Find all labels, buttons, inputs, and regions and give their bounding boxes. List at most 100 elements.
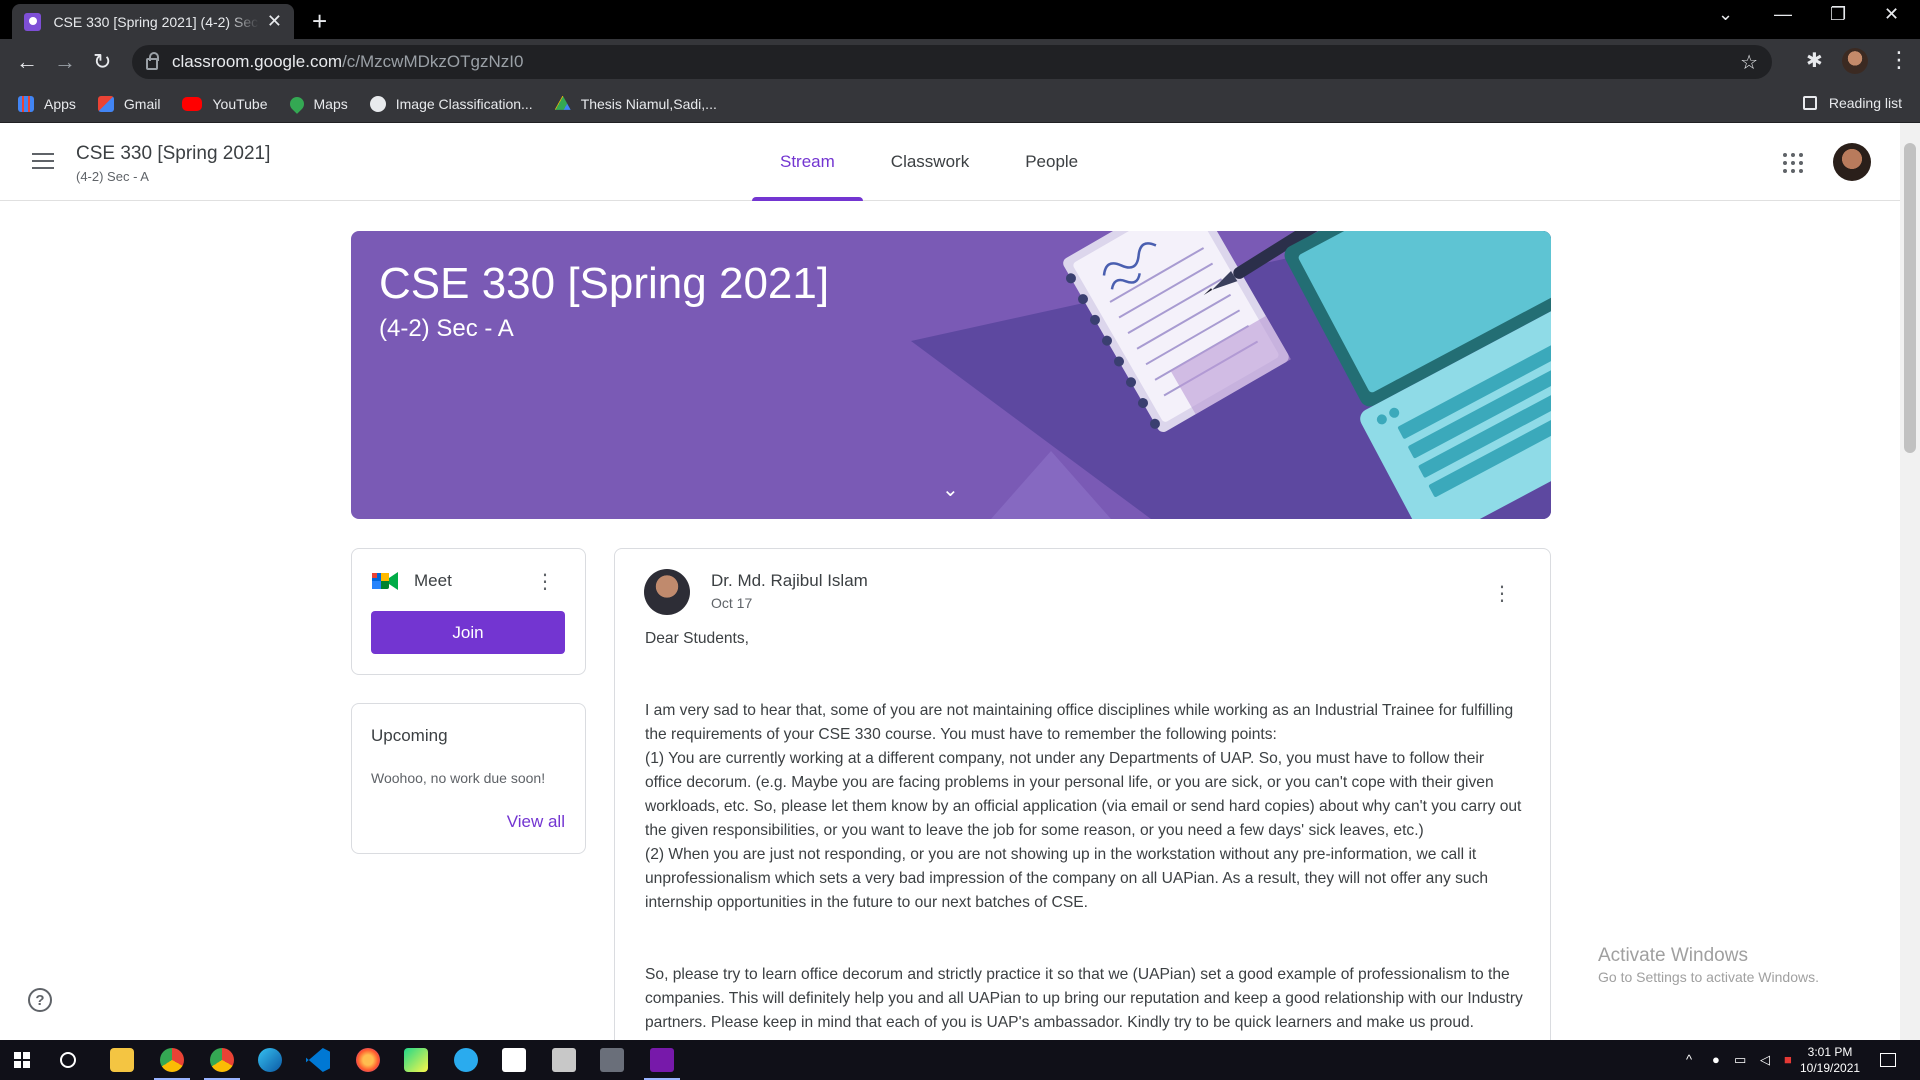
- firefox-icon[interactable]: [356, 1048, 380, 1072]
- network-icon[interactable]: ▭: [1734, 1052, 1746, 1068]
- edge-icon[interactable]: [258, 1048, 282, 1072]
- apps-grid-icon: [18, 95, 34, 112]
- bookmark-gmail[interactable]: Gmail: [97, 95, 161, 112]
- browser-tab-strip: CSE 330 [Spring 2021] (4-2) Sec - A ✕ + …: [0, 0, 1920, 39]
- more-options-icon[interactable]: ⋮: [535, 569, 555, 594]
- search-icon[interactable]: [60, 1052, 76, 1068]
- tab-search-icon[interactable]: ⌄: [1718, 4, 1733, 25]
- classroom-header: CSE 330 [Spring 2021] (4-2) Sec - A Stre…: [0, 123, 1900, 201]
- clock-time: 3:01 PM: [1807, 1045, 1853, 1059]
- lock-icon[interactable]: [146, 52, 159, 70]
- profile-avatar[interactable]: [1842, 48, 1868, 74]
- chevron-down-icon[interactable]: ⌄: [942, 477, 959, 502]
- bookmark-thesis[interactable]: Thesis Niamul,Sadi,...: [554, 95, 717, 112]
- reading-list-button[interactable]: Reading list: [1802, 95, 1902, 111]
- url-path: /c/MzcwMDkzOTgzNzI0: [342, 52, 524, 71]
- chrome-icon[interactable]: [154, 1048, 190, 1080]
- author-avatar: [644, 569, 690, 615]
- scrollbar-thumb[interactable]: [1904, 143, 1916, 453]
- bookmark-apps[interactable]: Apps: [18, 95, 76, 112]
- restore-button[interactable]: ❐: [1830, 4, 1846, 25]
- chrome-profile-icon[interactable]: [204, 1048, 240, 1080]
- extensions-icon[interactable]: ✱: [1806, 48, 1823, 73]
- post-greeting: Dear Students,: [645, 630, 750, 647]
- join-meet-button[interactable]: Join: [371, 611, 565, 654]
- bookmark-label: Image Classification...: [395, 95, 533, 112]
- system-clock[interactable]: 3:01 PM 10/19/2021: [1800, 1044, 1860, 1076]
- tab-close-icon[interactable]: ✕: [267, 11, 282, 32]
- banner-title[interactable]: CSE 330 [Spring 2021]: [379, 259, 829, 309]
- class-section: (4-2) Sec - A: [76, 169, 149, 184]
- google-apps-icon[interactable]: [1783, 153, 1803, 173]
- post-options-icon[interactable]: ⋮: [1492, 581, 1512, 606]
- post-paragraph: I am very sad to hear that, some of you …: [645, 702, 1514, 743]
- tray-chevron-icon[interactable]: ^: [1686, 1052, 1692, 1067]
- microphone-icon[interactable]: ●: [1712, 1052, 1720, 1067]
- bookmark-youtube[interactable]: YouTube: [182, 95, 268, 112]
- drive-icon: [554, 95, 571, 110]
- reading-list-label: Reading list: [1828, 95, 1902, 111]
- close-window-button[interactable]: ✕: [1884, 4, 1899, 25]
- browser-toolbar: ← → ↻ classroom.google.com/c/MzcwMDkzOTg…: [0, 39, 1920, 85]
- bookmark-star-icon[interactable]: ☆: [1740, 50, 1758, 75]
- upcoming-empty-message: Woohoo, no work due soon!: [371, 770, 546, 786]
- back-icon[interactable]: ←: [16, 49, 38, 75]
- bookmark-maps[interactable]: Maps: [286, 93, 348, 114]
- tab-title: CSE 330 [Spring 2021] (4-2) Sec - A: [53, 13, 259, 30]
- watermark-subtitle: Go to Settings to activate Windows.: [1598, 969, 1819, 985]
- antivirus-icon[interactable]: ■: [1784, 1052, 1792, 1067]
- post-body: Dear Students, I am very sad to hear tha…: [645, 627, 1525, 1035]
- bookmark-label: YouTube: [212, 95, 268, 112]
- bookmark-label: Thesis Niamul,Sadi,...: [580, 95, 717, 112]
- pycharm-icon[interactable]: [404, 1048, 428, 1072]
- tab-people[interactable]: People: [997, 123, 1106, 201]
- view-all-link[interactable]: View all: [507, 812, 565, 832]
- reload-icon[interactable]: ↻: [93, 49, 111, 75]
- forward-icon[interactable]: →: [54, 49, 76, 75]
- google-meet-icon: [372, 572, 398, 590]
- url-text: classroom.google.com/c/MzcwMDkzOTgzNzI0: [172, 52, 523, 72]
- file-explorer-icon[interactable]: [110, 1048, 134, 1072]
- activate-windows-watermark: Activate Windows Go to Settings to activ…: [1598, 945, 1819, 985]
- vscode-icon[interactable]: [306, 1048, 330, 1072]
- bookmark-label: Gmail: [123, 95, 161, 112]
- page-scrollbar[interactable]: [1900, 123, 1920, 1040]
- post-date: Oct 17: [711, 595, 753, 611]
- windows-start-icon[interactable]: [14, 1052, 30, 1068]
- scanner-icon[interactable]: [552, 1048, 576, 1072]
- bookmark-image-classification[interactable]: Image Classification...: [369, 95, 533, 112]
- browser-tab-active[interactable]: CSE 330 [Spring 2021] (4-2) Sec - A ✕: [12, 4, 294, 39]
- chrome-menu-icon[interactable]: ⋮: [1888, 47, 1910, 73]
- classroom-favicon-icon: [24, 12, 42, 31]
- upcoming-card: Upcoming Woohoo, no work due soon! View …: [351, 703, 586, 854]
- address-bar[interactable]: classroom.google.com/c/MzcwMDkzOTgzNzI0 …: [132, 45, 1772, 79]
- tab-stream[interactable]: Stream: [752, 123, 863, 201]
- youtube-icon: [182, 96, 203, 111]
- onenote-icon[interactable]: [644, 1048, 680, 1080]
- minimize-button[interactable]: —: [1774, 4, 1792, 25]
- class-name[interactable]: CSE 330 [Spring 2021]: [76, 143, 270, 165]
- meet-label: Meet: [414, 571, 452, 590]
- notifications-icon[interactable]: [1880, 1053, 1896, 1067]
- bookmark-label: Maps: [313, 95, 348, 112]
- upcoming-title: Upcoming: [371, 726, 448, 745]
- help-icon[interactable]: ?: [28, 988, 52, 1012]
- main-menu-icon[interactable]: [32, 153, 54, 169]
- clock-date: 10/19/2021: [1800, 1061, 1861, 1075]
- post-paragraph: (2) When you are just not responding, or…: [645, 846, 1489, 911]
- announcement-post: Dr. Md. Rajibul Islam Oct 17 ⋮ Dear Stud…: [614, 548, 1551, 1068]
- banner-subtitle: (4-2) Sec - A: [379, 315, 514, 342]
- class-banner: CSE 330 [Spring 2021] (4-2) Sec - A ⌄: [351, 231, 1551, 519]
- telegram-icon[interactable]: [454, 1048, 478, 1072]
- tab-classwork[interactable]: Classwork: [863, 123, 997, 201]
- volume-icon[interactable]: ◁: [1760, 1052, 1770, 1068]
- notion-icon[interactable]: [502, 1048, 526, 1072]
- meet-card: Meet ⋮ Join: [351, 548, 586, 675]
- new-tab-button[interactable]: +: [312, 6, 327, 37]
- account-avatar[interactable]: [1833, 143, 1871, 181]
- calculator-icon[interactable]: [600, 1048, 624, 1072]
- watermark-title: Activate Windows: [1598, 945, 1748, 966]
- globe-icon: [369, 95, 386, 112]
- post-paragraph: So, please try to learn office decorum a…: [645, 966, 1523, 1031]
- maps-pin-icon: [286, 93, 307, 114]
